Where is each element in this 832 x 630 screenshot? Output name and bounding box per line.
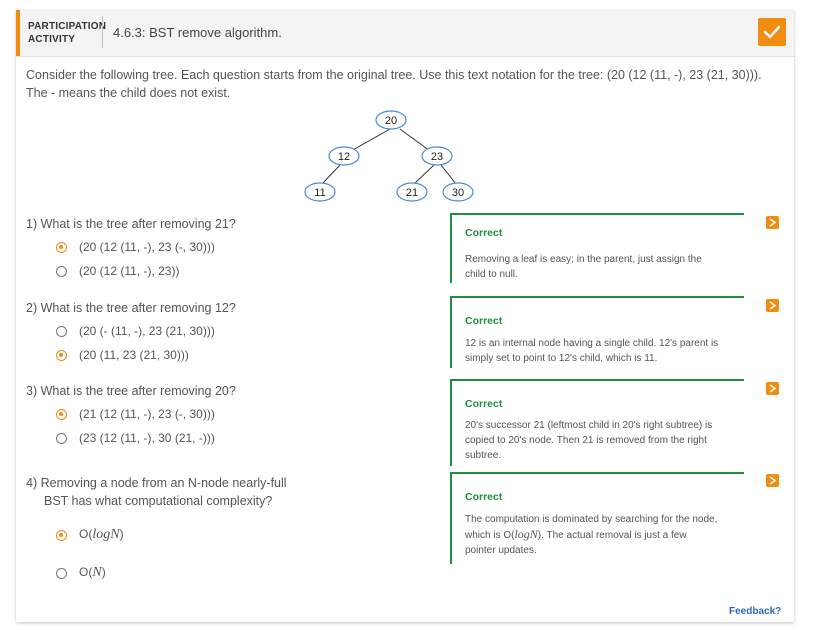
option-label: O(N) [79, 565, 106, 580]
option-label: (20 (11, 23 (21, 30))) [79, 348, 189, 362]
question-3-prompt: 3) What is the tree after removing 20? [26, 384, 236, 398]
tree-node-12: 12 [328, 146, 360, 166]
feedback-text: Removing a leaf is easy; in the parent, … [465, 254, 702, 280]
radio-button[interactable] [56, 265, 67, 277]
chevron-right-icon[interactable] [766, 474, 779, 487]
svg-text:11: 11 [314, 187, 325, 199]
question-1-option-1[interactable]: (20 (12 (11, -), 23 (-, 30))) [56, 240, 215, 254]
tree-node-30: 30 [442, 182, 474, 202]
feedback-link[interactable]: Feedback? [729, 606, 781, 617]
option-label: O(logN) [79, 527, 124, 542]
question-2-prompt: 2) What is the tree after removing 12? [26, 301, 236, 315]
option-label: (20 (- (11, -), 23 (21, 30))) [79, 324, 215, 338]
question-3-option-2[interactable]: (23 (12 (11, -), 30 (21, -))) [56, 431, 215, 445]
radio-button-selected[interactable] [56, 529, 67, 541]
option-label: (21 (12 (11, -), 23 (-, 30))) [79, 407, 215, 421]
feedback-text: 20's successor 21 (leftmost child in 20'… [465, 420, 713, 461]
tree-node-20: 20 [375, 110, 407, 130]
radio-button-selected[interactable] [56, 408, 67, 420]
question-1-option-2[interactable]: (20 (12 (11, -), 23)) [56, 264, 179, 278]
question-1-prompt: 1) What is the tree after removing 21? [26, 217, 236, 231]
svg-text:12: 12 [338, 151, 350, 163]
tree-node-11: 11 [304, 182, 336, 202]
feedback-title: Correct [465, 315, 503, 327]
question-1-feedback: Correct Removing a leaf is easy; in the … [450, 213, 744, 283]
feedback-title: Correct [465, 491, 503, 503]
feedback-text: The computation is dominated by searchin… [465, 514, 718, 556]
question-2-option-1[interactable]: (20 (- (11, -), 23 (21, 30))) [56, 324, 215, 338]
svg-text:20: 20 [385, 115, 397, 127]
question-4-option-2[interactable]: O(N) [56, 565, 106, 581]
option-label: (23 (12 (11, -), 30 (21, -))) [79, 431, 215, 445]
question-3-option-1[interactable]: (21 (12 (11, -), 23 (-, 30))) [56, 407, 215, 421]
tree-node-21: 21 [396, 182, 428, 202]
question-3-feedback: Correct 20's successor 21 (leftmost chil… [450, 379, 744, 466]
chevron-right-icon[interactable] [766, 299, 779, 312]
question-4-prompt: 4) Removing a node from an N-node nearly… [26, 476, 287, 508]
option-label: (20 (12 (11, -), 23)) [79, 264, 180, 278]
participation-activity-card: PARTICIPATION ACTIVITY 4.6.3: BST remove… [16, 10, 794, 622]
radio-button-selected[interactable] [56, 349, 67, 361]
feedback-title: Correct [465, 398, 503, 410]
svg-text:30: 30 [452, 187, 464, 199]
question-2-option-2[interactable]: (20 (11, 23 (21, 30))) [56, 348, 189, 362]
radio-button-selected[interactable] [56, 241, 67, 253]
chevron-right-icon[interactable] [766, 382, 779, 395]
question-4-feedback: Correct The computation is dominated by … [450, 472, 744, 564]
bst-tree-diagram: 20 12 23 11 21 30 [304, 110, 474, 202]
feedback-title: Correct [465, 227, 503, 239]
radio-button[interactable] [56, 567, 67, 579]
svg-text:21: 21 [406, 187, 418, 199]
radio-button[interactable] [56, 325, 67, 337]
chevron-right-icon[interactable] [766, 216, 779, 229]
feedback-text: 12 is an internal node having a single c… [465, 338, 719, 364]
question-2-feedback: Correct 12 is an internal node having a … [450, 296, 744, 368]
tree-node-23: 23 [421, 146, 453, 166]
question-4-option-1[interactable]: O(logN) [56, 527, 124, 543]
option-label: (20 (12 (11, -), 23 (-, 30))) [79, 240, 215, 254]
radio-button[interactable] [56, 432, 67, 444]
svg-text:23: 23 [431, 151, 443, 163]
